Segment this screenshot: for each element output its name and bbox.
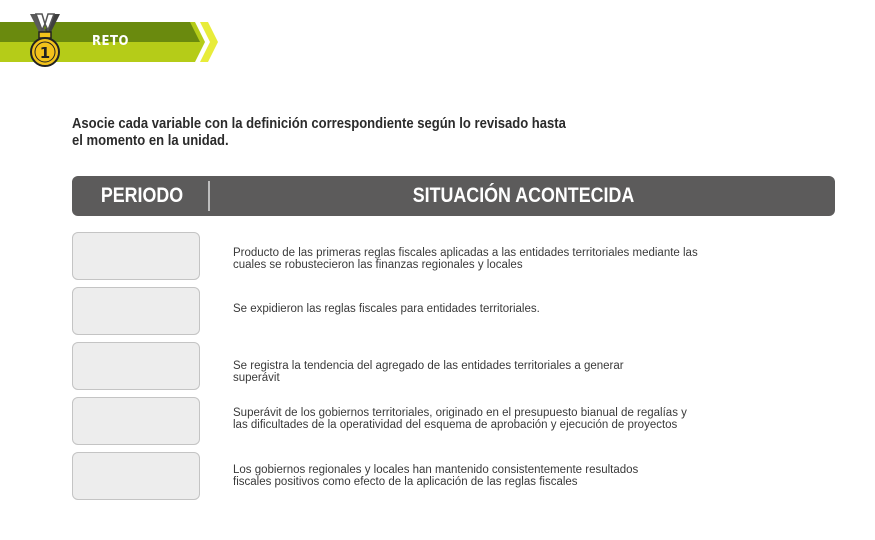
table-row: Superávit de los gobiernos territoriales…: [72, 397, 835, 445]
column-divider: [208, 181, 210, 211]
period-drop-zone-5[interactable]: [72, 452, 200, 500]
situation-text-3: Se registra la tendencia del agregado de…: [233, 360, 624, 384]
period-drop-zone-1[interactable]: [72, 232, 200, 280]
column-header-situation: SITUACIÓN ACONTECIDA: [412, 184, 635, 207]
situation-text-4: Superávit de los gobiernos territoriales…: [233, 407, 687, 431]
medal-number: 1: [40, 44, 50, 62]
table-header: PERIODO SITUACIÓN ACONTECIDA: [72, 176, 835, 216]
situation-text-1: Producto de las primeras reglas fiscales…: [233, 247, 698, 271]
instructions-text: Asocie cada variable con la definición c…: [72, 116, 566, 149]
banner-title: RETO: [92, 34, 129, 49]
table-row: Se expidieron las reglas fiscales para e…: [72, 287, 835, 335]
table-row: Se registra la tendencia del agregado de…: [72, 342, 835, 390]
situation-text-5: Los gobiernos regionales y locales han m…: [233, 464, 639, 488]
table-row: Producto de las primeras reglas fiscales…: [72, 232, 835, 280]
medal-icon: 1: [30, 13, 60, 67]
table-row: Los gobiernos regionales y locales han m…: [72, 452, 835, 500]
period-drop-zone-3[interactable]: [72, 342, 200, 390]
situation-text-2: Se expidieron las reglas fiscales para e…: [233, 303, 540, 315]
column-header-period: PERIODO: [100, 184, 184, 207]
period-drop-zone-4[interactable]: [72, 397, 200, 445]
period-drop-zone-2[interactable]: [72, 287, 200, 335]
